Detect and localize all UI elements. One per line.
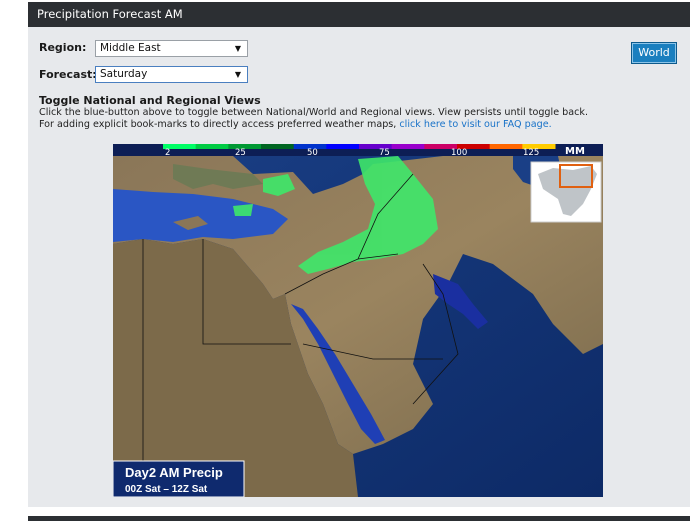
chevron-down-icon: ▼	[234, 44, 241, 53]
region-select[interactable]: Middle East ▼	[95, 40, 248, 57]
precip-map: 2 25 50 75 100 125 MM Day2 AM Precip 00Z Sat …	[112, 144, 603, 498]
caption-title: Day2 AM Precip	[125, 465, 223, 480]
scale-unit-label: MM	[565, 146, 585, 157]
world-button[interactable]: World	[631, 42, 677, 64]
precip-map-svg: 2 25 50 75 100 125 MM Day2 AM Precip 00Z Sat …	[112, 144, 603, 498]
panel-title: Precipitation Forecast AM	[37, 7, 183, 21]
precip-scale	[163, 144, 556, 149]
toggle-info-line2: For adding explicit book-marks to direct…	[39, 119, 588, 131]
panel-header: Precipitation Forecast AM	[28, 2, 690, 27]
scale-swatch	[489, 144, 523, 149]
toggle-info: Click the blue-button above to toggle be…	[39, 107, 588, 131]
forecast-select[interactable]: Saturday ▼	[95, 66, 248, 83]
toggle-info-prefix: For adding explicit book-marks to direct…	[39, 119, 400, 130]
forecast-select-value: Saturday	[100, 68, 148, 80]
scale-tick-label: 50	[307, 148, 318, 158]
precip-area	[233, 204, 253, 216]
toggle-title: Toggle National and Regional Views	[39, 94, 261, 107]
scale-tick-label: 2	[165, 148, 170, 158]
scale-swatch	[195, 144, 229, 149]
region-select-value: Middle East	[100, 42, 161, 54]
region-label: Region:	[39, 41, 87, 54]
caption-time: 00Z Sat – 12Z Sat	[125, 484, 208, 495]
scale-swatch	[391, 144, 425, 149]
scale-swatch	[261, 144, 295, 149]
forecast-label: Forecast:	[39, 68, 97, 81]
scale-tick-label: 25	[235, 148, 246, 158]
faq-link[interactable]: click here to visit our FAQ page.	[399, 119, 551, 130]
chevron-down-icon: ▼	[234, 70, 241, 79]
scale-tick-label: 125	[523, 148, 539, 158]
toggle-info-line1: Click the blue-button above to toggle be…	[39, 107, 588, 118]
scale-tick-label: 75	[379, 148, 390, 158]
scale-swatch	[326, 144, 360, 149]
footer-bar	[28, 516, 690, 521]
scale-tick-label: 100	[451, 148, 467, 158]
